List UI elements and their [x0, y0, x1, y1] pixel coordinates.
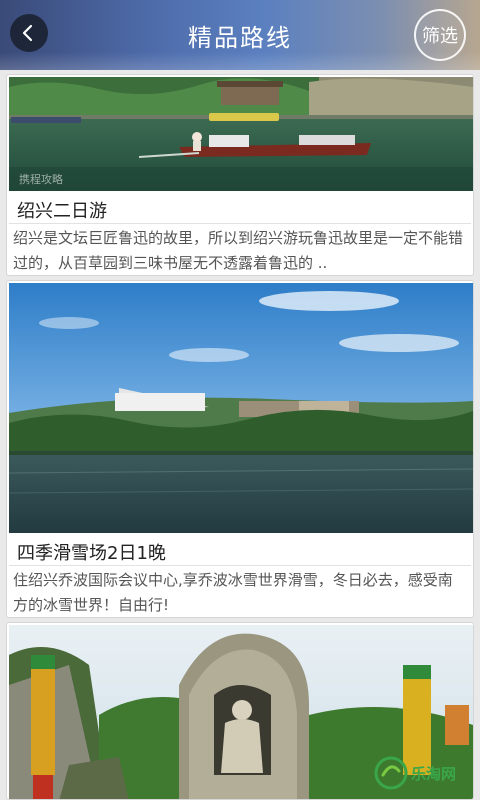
- back-arrow-icon: [22, 24, 33, 42]
- logo-icon: [374, 756, 408, 790]
- route-title: 四季滑雪场2日1晚: [17, 543, 166, 564]
- route-card[interactable]: 四季滑雪场2日1晚 住绍兴乔波国际会议中心,享乔波冰雪世界滑雪，冬日必去，感受南…: [6, 280, 474, 618]
- logo-text: 乐淘网: [411, 765, 457, 783]
- route-description: 住绍兴乔波国际会议中心,享乔波冰雪世界滑雪，冬日必去，感受南方的冰雪世界！自由行…: [13, 571, 453, 614]
- route-card[interactable]: 乐淘网: [6, 622, 474, 800]
- route-description: 绍兴是文坛巨匠鲁迅的故里，所以到绍兴游玩鲁迅故里是一定不能错过的，从百草园到三味…: [13, 229, 464, 272]
- filter-button[interactable]: 筛选: [414, 9, 466, 61]
- app-header: 精品路线 筛选: [0, 0, 480, 70]
- route-title: 绍兴二日游: [17, 201, 107, 222]
- app-logo: 乐淘网: [373, 753, 465, 793]
- page-title: 精品路线: [188, 23, 292, 52]
- divider: [9, 223, 471, 224]
- watermark-text: 携程攻略: [19, 173, 63, 186]
- back-button[interactable]: [10, 14, 48, 52]
- divider: [9, 565, 471, 566]
- route-card[interactable]: 携程攻略 绍兴二日游 绍兴是文坛巨匠鲁迅的故里，所以到绍兴游玩鲁迅故里是一定不能…: [6, 74, 474, 276]
- route-image: 携程攻略: [9, 77, 473, 191]
- route-image: [8, 283, 473, 533]
